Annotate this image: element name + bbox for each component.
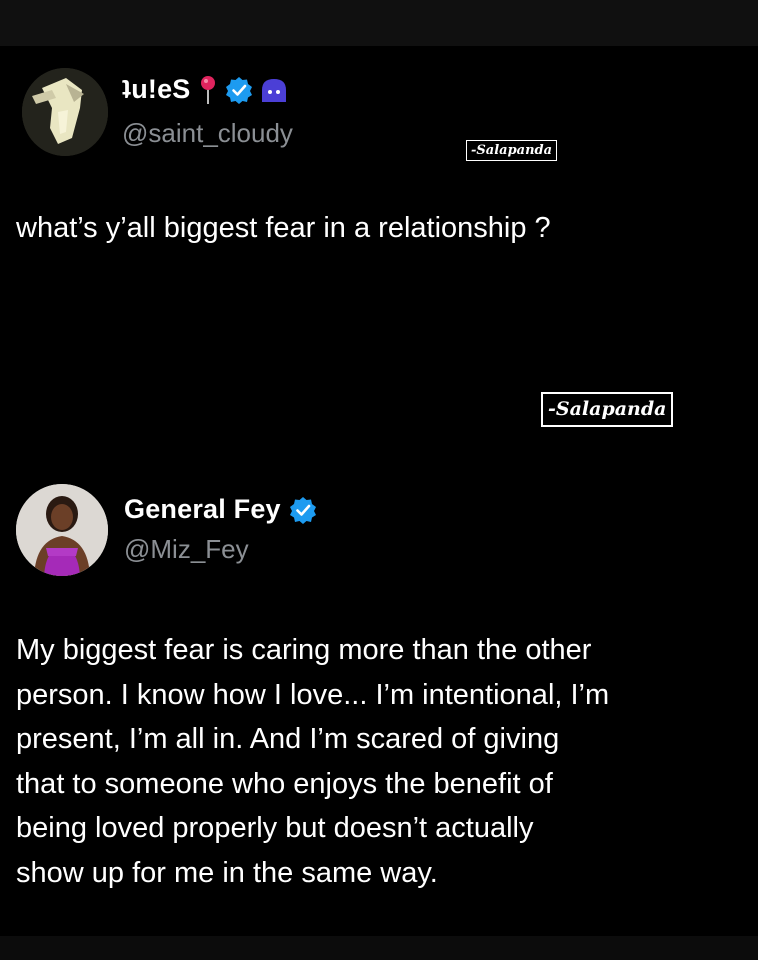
tweet-text: what’s y’all biggest fear in a relations…: [16, 212, 551, 244]
handle[interactable]: @saint_cloudy: [122, 118, 293, 149]
display-name[interactable]: General Fey: [124, 494, 281, 525]
ghost-emoji-icon: [259, 76, 289, 104]
bottom-band: [0, 936, 758, 960]
tweet-miz-fey: General Fey @Miz_Fey My biggest fear is …: [0, 470, 758, 910]
watermark-large: -Salapanda: [541, 392, 674, 427]
verified-badge-icon: [225, 76, 253, 104]
handle[interactable]: @Miz_Fey: [124, 534, 249, 565]
display-name[interactable]: ʇu!eS: [122, 74, 191, 105]
avatar[interactable]: [22, 68, 108, 156]
tweet-saint-cloudy: ʇu!eS @saint_cloudy -Salapanda what’s y’…: [0, 46, 758, 346]
tweet-text: My biggest fear is caring more than the …: [16, 634, 610, 889]
round-pushpin-icon: [199, 75, 217, 105]
top-band: [0, 0, 758, 46]
verified-badge-icon: [289, 496, 317, 524]
watermark-small: -Salapanda: [466, 140, 558, 161]
name-row: ʇu!eS: [122, 74, 289, 105]
avatar[interactable]: [16, 484, 108, 576]
name-row: General Fey: [124, 494, 317, 525]
